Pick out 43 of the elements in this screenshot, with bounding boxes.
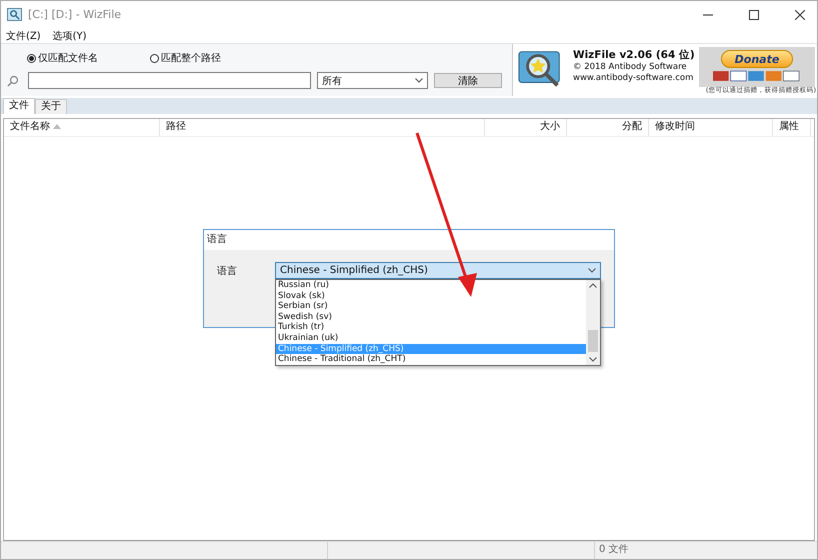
copyright-text: © 2018 Antibody Software <box>573 62 688 73</box>
language-option[interactable]: Serbian (sr) <box>276 301 586 312</box>
column-header[interactable]: 大小 <box>485 119 567 136</box>
column-header[interactable]: 属性 <box>773 119 811 136</box>
dialog-title: 语言 <box>204 230 614 250</box>
window-title: [C:] [D:] - WizFile <box>28 8 122 21</box>
menu-item[interactable]: 选项(Y) <box>52 28 87 42</box>
language-option[interactable]: Russian (ru) <box>276 280 586 291</box>
chevron-down-icon <box>415 78 423 83</box>
scroll-up-icon[interactable] <box>589 283 597 288</box>
radio-option[interactable]: 仅匹配文件名 <box>27 51 98 65</box>
tab[interactable]: 关于 <box>35 99 67 114</box>
language-option[interactable]: Turkish (tr) <box>276 322 586 333</box>
scrollbar[interactable] <box>586 280 600 365</box>
website-link[interactable]: www.antibody-software.com <box>573 73 695 84</box>
scroll-thumb[interactable] <box>588 330 598 352</box>
scroll-down-icon[interactable] <box>589 357 597 362</box>
tab[interactable]: 文件 <box>3 98 35 114</box>
app-icon <box>7 8 22 21</box>
menu-item[interactable]: 文件(Z) <box>6 28 41 42</box>
app-version: WizFile v2.06 (64 位) <box>573 49 695 62</box>
language-dropdown[interactable]: Chinese - Simplified (zh_CHS) <box>275 262 601 279</box>
sort-up-icon <box>53 124 61 129</box>
close-icon[interactable] <box>795 10 805 20</box>
column-header[interactable]: 修改时间 <box>649 119 773 136</box>
clear-button[interactable]: 清除 <box>434 73 502 88</box>
maximize-icon[interactable] <box>749 10 759 20</box>
file-count: 0 文件 <box>598 542 630 557</box>
chevron-down-icon <box>588 268 596 273</box>
search-field[interactable] <box>28 72 311 89</box>
language-option[interactable]: Ukrainian (uk) <box>276 332 586 344</box>
language-label: 语言 <box>217 264 238 278</box>
radio-option[interactable]: 匹配整个路径 <box>150 51 221 65</box>
column-header[interactable]: 文件名称 <box>4 119 160 136</box>
search-icon <box>7 74 19 86</box>
column-header[interactable]: 分配 <box>567 119 649 136</box>
language-option[interactable]: Slovak (sk) <box>276 290 586 302</box>
payment-cards-icon <box>713 70 801 82</box>
column-header[interactable]: 路径 <box>160 119 485 136</box>
language-option[interactable]: Chinese - Traditional (zh_CHT) <box>276 354 586 365</box>
language-option[interactable]: Swedish (sv) <box>276 312 586 322</box>
donate-button[interactable]: Donate <box>721 50 793 68</box>
filter-dropdown[interactable]: 所有 <box>317 72 428 89</box>
